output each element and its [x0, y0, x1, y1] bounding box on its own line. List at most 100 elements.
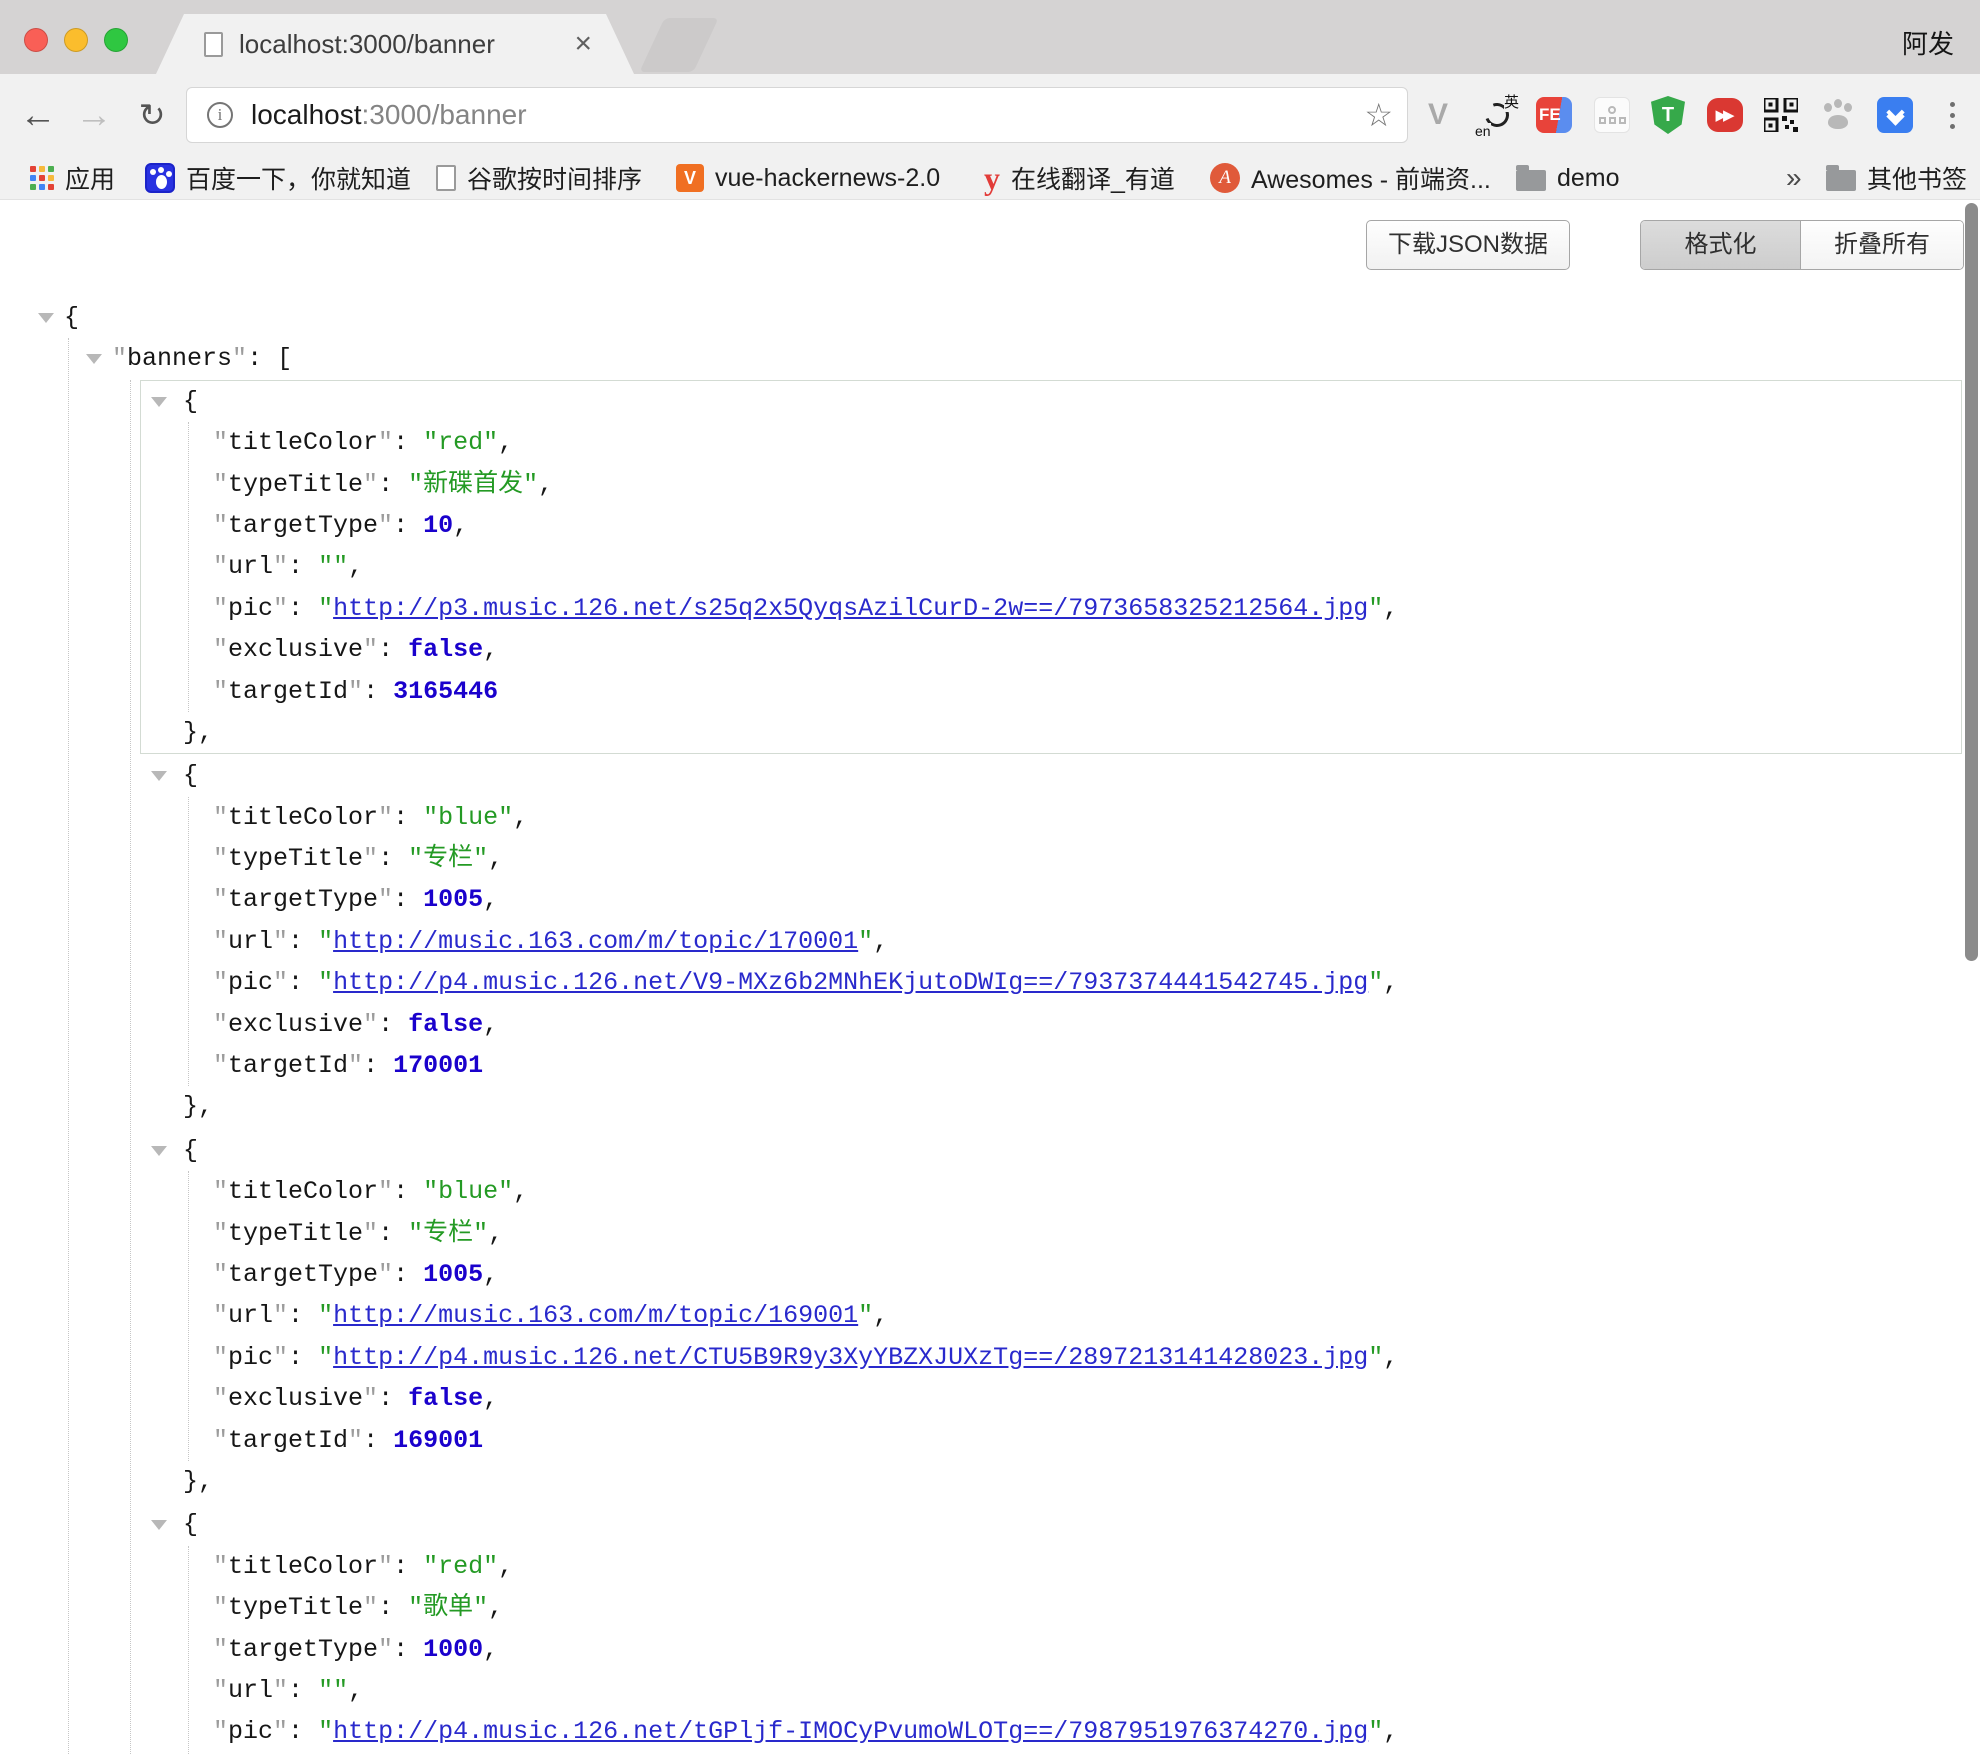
- json-link[interactable]: http://p4.music.126.net/tGPljf-IMOCyPvum…: [333, 1717, 1368, 1746]
- json-array-item[interactable]: {"titleColor": "blue","typeTitle": "专栏",…: [140, 1129, 1962, 1504]
- address-bar[interactable]: i localhost:3000/banner ☆: [186, 87, 1408, 143]
- json-link[interactable]: http://p3.music.126.net/s25q2x5QyqsAzilC…: [333, 594, 1368, 623]
- json-value: false: [408, 635, 483, 664]
- vertical-scrollbar[interactable]: [1965, 203, 1978, 961]
- menu-dots-icon[interactable]: [1932, 95, 1972, 135]
- qr-code-icon[interactable]: [1761, 95, 1801, 135]
- json-value: 1005: [423, 885, 483, 914]
- bookmarks-bar: 应用 百度一下，你就知道 谷歌按时间排序 V vue-hackernews-2.…: [0, 156, 1980, 200]
- json-value: 3165446: [393, 677, 498, 706]
- json-value: "专栏": [408, 844, 488, 873]
- json-value: 10: [423, 511, 453, 540]
- baidu-icon: [145, 163, 175, 193]
- json-array-item[interactable]: {"titleColor": "red","typeTitle": "歌单","…: [140, 1503, 1962, 1754]
- fast-forward-icon[interactable]: ▶▶: [1705, 95, 1745, 135]
- collapse-toggle-icon[interactable]: [151, 1520, 167, 1530]
- json-line: "typeTitle": "新碟首发",: [189, 464, 1961, 505]
- json-key: typeTitle: [228, 844, 363, 873]
- collapse-all-button[interactable]: 折叠所有: [1801, 221, 1963, 269]
- collapse-toggle-icon[interactable]: [86, 354, 102, 364]
- json-value: "专栏": [408, 1219, 488, 1248]
- json-line: },: [141, 712, 1961, 753]
- bookmark-apps[interactable]: 应用: [30, 156, 115, 200]
- bookmark-google-sort[interactable]: 谷歌按时间排序: [436, 156, 642, 200]
- bookmark-label: 应用: [65, 160, 115, 196]
- back-icon[interactable]: ←: [12, 74, 64, 156]
- format-button[interactable]: 格式化: [1641, 221, 1801, 269]
- json-line: {: [141, 1130, 1961, 1171]
- profile-name[interactable]: 阿发: [1902, 24, 1954, 61]
- title-bar: localhost:3000/banner × 阿发: [0, 0, 1980, 74]
- info-icon[interactable]: i: [207, 102, 233, 128]
- new-tab-button[interactable]: [639, 18, 718, 72]
- bookmark-vue-hackernews[interactable]: V vue-hackernews-2.0: [676, 156, 940, 200]
- json-line: },: [141, 1461, 1961, 1502]
- json-key: targetId: [228, 1051, 348, 1080]
- json-value: false: [408, 1384, 483, 1413]
- json-key: targetType: [228, 1635, 378, 1664]
- browser-tab[interactable]: localhost:3000/banner ×: [156, 14, 634, 74]
- bookmark-folder-other[interactable]: 其他书签: [1826, 156, 1967, 200]
- json-line: "targetType": 1000,: [189, 1629, 1961, 1670]
- json-link[interactable]: http://music.163.com/m/topic/170001: [333, 927, 858, 956]
- youdao-icon: y: [984, 162, 1000, 194]
- json-line: "targetType": 10,: [189, 505, 1961, 546]
- sitemap-icon[interactable]: [1592, 95, 1632, 135]
- vue-devtools-icon[interactable]: V: [1418, 95, 1458, 135]
- collapse-toggle-icon[interactable]: [38, 313, 54, 323]
- json-line: "pic": "http://p4.music.126.net/V9-MXz6b…: [189, 962, 1961, 1003]
- apps-grid-icon: [30, 166, 54, 190]
- bookmark-star-icon[interactable]: ☆: [1364, 96, 1393, 134]
- download-json-button[interactable]: 下载JSON数据: [1366, 220, 1570, 270]
- json-line: "typeTitle": "歌单",: [189, 1587, 1961, 1628]
- json-value: "": [318, 1676, 348, 1705]
- json-key: targetType: [228, 511, 378, 540]
- bookmarks-overflow-chevron[interactable]: »: [1786, 156, 1802, 200]
- bookmark-label: Awesomes - 前端资...: [1251, 160, 1491, 196]
- url-text[interactable]: localhost:3000/banner: [251, 99, 1364, 131]
- json-link[interactable]: http://p4.music.126.net/CTU5B9R9y3XyYBZX…: [333, 1343, 1368, 1372]
- minimize-window-button[interactable]: [64, 28, 88, 52]
- json-value: "red": [423, 428, 498, 457]
- json-key: titleColor: [228, 803, 378, 832]
- collapse-toggle-icon[interactable]: [151, 397, 167, 407]
- json-line: "pic": "http://p4.music.126.net/CTU5B9R9…: [189, 1337, 1961, 1378]
- bookmark-youdao[interactable]: y 在线翻译_有道: [984, 156, 1175, 200]
- translate-icon[interactable]: 英en: [1477, 95, 1517, 135]
- json-line: },: [141, 1086, 1961, 1127]
- tampermonkey-icon[interactable]: T: [1648, 95, 1688, 135]
- forward-icon[interactable]: →: [68, 74, 120, 156]
- thunder-download-icon[interactable]: [1875, 95, 1915, 135]
- folder-icon: [1826, 170, 1856, 191]
- bookmark-awesomes[interactable]: A Awesomes - 前端资...: [1210, 156, 1491, 200]
- json-key: targetType: [228, 885, 378, 914]
- paw-icon[interactable]: [1818, 95, 1858, 135]
- json-link[interactable]: http://music.163.com/m/topic/169001: [333, 1301, 858, 1330]
- fe-helper-icon[interactable]: FE: [1534, 95, 1574, 135]
- fullscreen-window-button[interactable]: [104, 28, 128, 52]
- json-value: "blue": [423, 1177, 513, 1206]
- bookmark-baidu[interactable]: 百度一下，你就知道: [145, 156, 411, 200]
- json-key: typeTitle: [228, 1219, 363, 1248]
- json-line: "pic": "http://p3.music.126.net/s25q2x5Q…: [189, 588, 1961, 629]
- json-line: "banners": [: [69, 338, 1980, 379]
- json-value: false: [408, 1010, 483, 1039]
- close-window-button[interactable]: [24, 28, 48, 52]
- json-key: typeTitle: [228, 1593, 363, 1622]
- json-array-item[interactable]: {"titleColor": "red","typeTitle": "新碟首发"…: [140, 380, 1962, 755]
- json-line: {: [141, 381, 1961, 422]
- json-key: exclusive: [228, 1010, 363, 1039]
- json-link[interactable]: http://p4.music.126.net/V9-MXz6b2MNhEKju…: [333, 968, 1368, 997]
- awesomes-icon: A: [1210, 163, 1240, 193]
- collapse-toggle-icon[interactable]: [151, 1146, 167, 1156]
- json-array-item[interactable]: {"titleColor": "blue","typeTitle": "专栏",…: [140, 754, 1962, 1129]
- reload-icon[interactable]: ↻: [126, 74, 178, 156]
- json-key: pic: [228, 594, 273, 623]
- json-key: targetId: [228, 677, 348, 706]
- bookmark-folder-demo[interactable]: demo: [1516, 156, 1620, 200]
- json-line: "exclusive": false,: [189, 1378, 1961, 1419]
- bookmark-label: 百度一下，你就知道: [186, 160, 411, 196]
- tab-close-icon[interactable]: ×: [574, 29, 592, 59]
- json-value: 1005: [423, 1260, 483, 1289]
- collapse-toggle-icon[interactable]: [151, 771, 167, 781]
